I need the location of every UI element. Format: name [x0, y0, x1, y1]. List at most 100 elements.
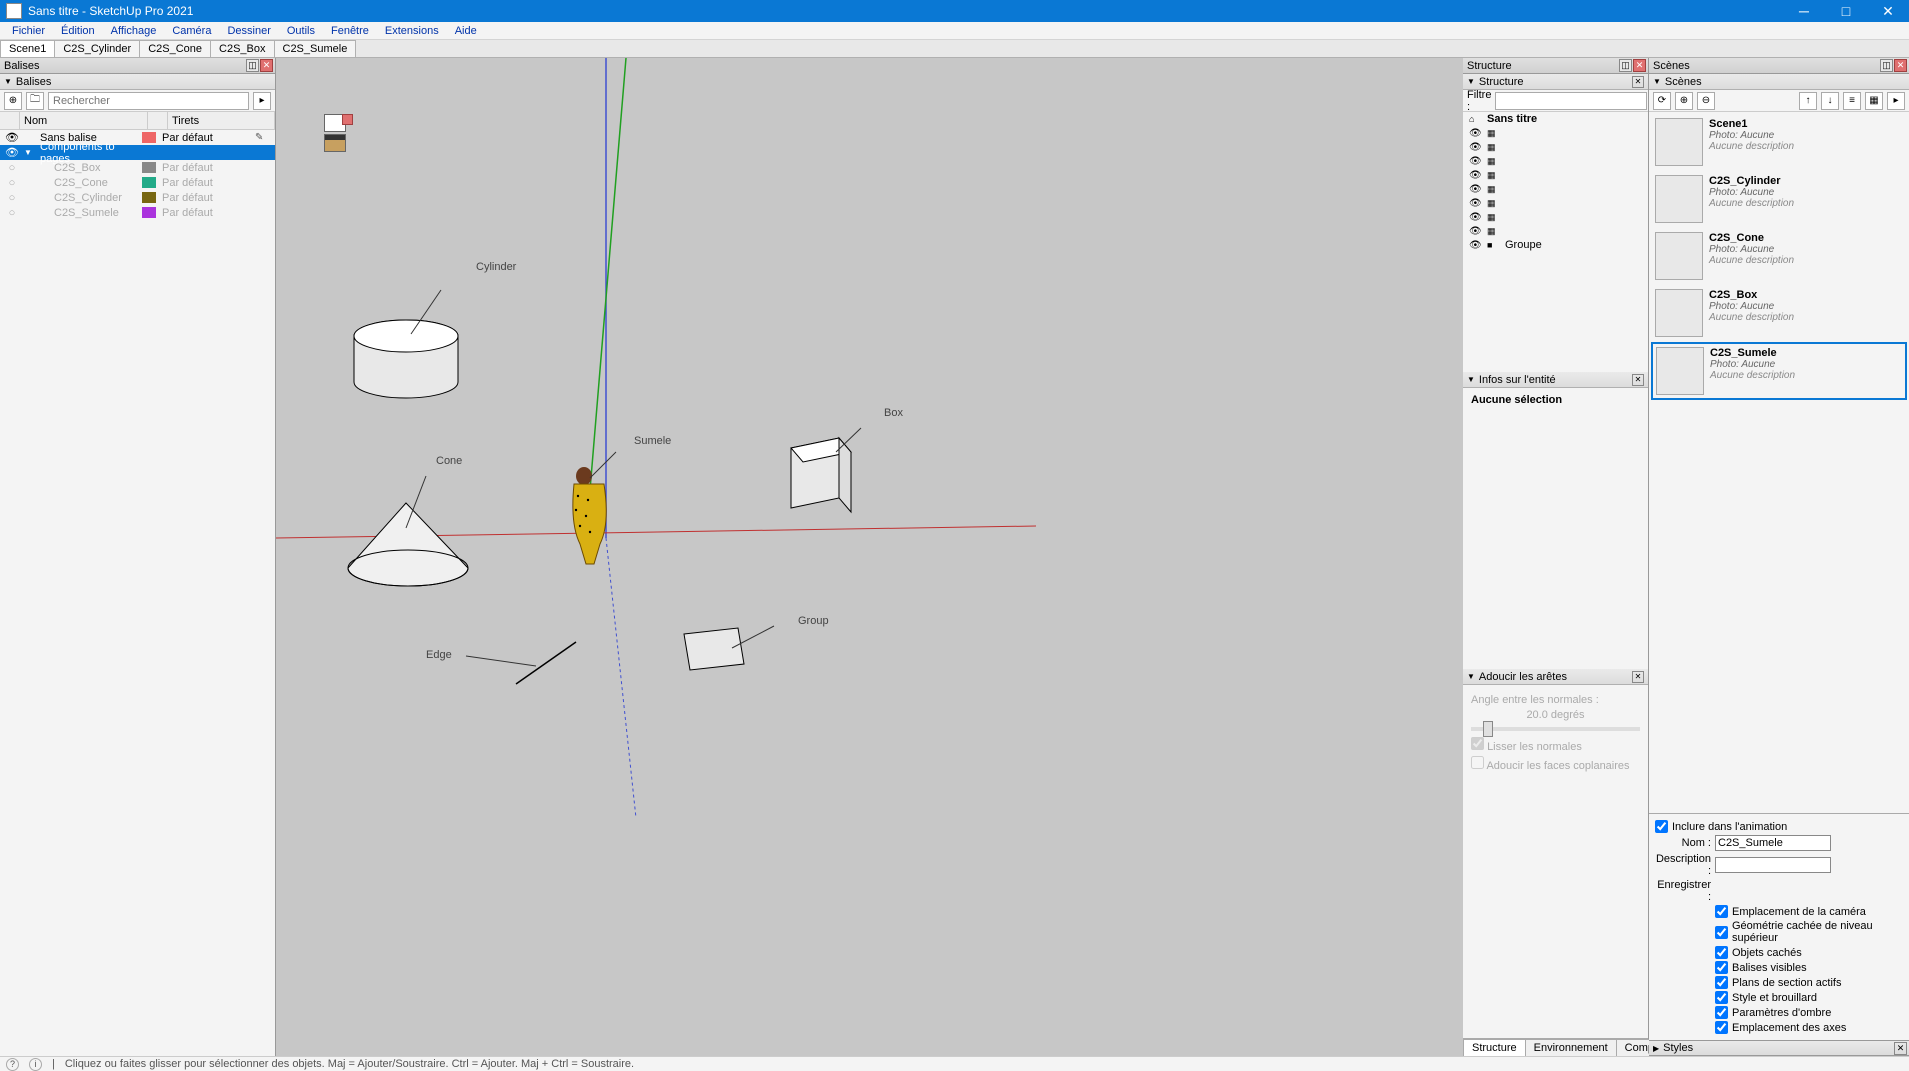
visibility-icon[interactable]: 👁: [1469, 156, 1483, 167]
scene-prop-checkbox[interactable]: [1715, 976, 1728, 989]
bottom-tab[interactable]: Environnement: [1525, 1039, 1617, 1056]
soften-header[interactable]: Adoucir les arêtes✕: [1463, 669, 1648, 685]
tag-color-swatch[interactable]: [142, 207, 156, 218]
menu-caméra[interactable]: Caméra: [164, 23, 219, 39]
add-folder-icon[interactable]: 🗀: [26, 92, 44, 110]
scene-item[interactable]: C2S_ConePhoto: AucuneAucune description: [1651, 228, 1907, 284]
tag-row[interactable]: ○C2S_CylinderPar défaut: [0, 190, 275, 205]
close-icon[interactable]: ✕: [1633, 59, 1646, 72]
menu-édition[interactable]: Édition: [53, 23, 103, 39]
help-icon[interactable]: ?: [6, 1058, 19, 1071]
visibility-icon[interactable]: 👁: [1469, 142, 1483, 153]
menu-extensions[interactable]: Extensions: [377, 23, 447, 39]
scene-tab[interactable]: C2S_Cone: [139, 40, 211, 57]
tag-color-swatch[interactable]: [142, 132, 156, 143]
scene-tab[interactable]: C2S_Cylinder: [54, 40, 140, 57]
scene-item[interactable]: C2S_SumelePhoto: AucuneAucune descriptio…: [1651, 342, 1907, 400]
visibility-icon[interactable]: ○: [4, 177, 20, 189]
maximize-button[interactable]: □: [1825, 0, 1867, 22]
col-name[interactable]: Nom: [20, 112, 148, 129]
visibility-icon[interactable]: ○: [4, 207, 20, 219]
scene-tab[interactable]: C2S_Box: [210, 40, 274, 57]
visibility-icon[interactable]: ○: [4, 192, 20, 204]
tag-row[interactable]: ○C2S_SumelePar défaut: [0, 205, 275, 220]
visibility-icon[interactable]: 👁: [1469, 198, 1483, 209]
visibility-icon[interactable]: 👁: [1469, 128, 1483, 139]
scene-item[interactable]: C2S_BoxPhoto: AucuneAucune description: [1651, 285, 1907, 341]
scene-name-input[interactable]: [1715, 835, 1831, 851]
viewport[interactable]: Cylinder Cone Sumele: [276, 58, 1463, 1056]
close-panel-icon[interactable]: ✕: [260, 59, 273, 72]
scene-prop-checkbox[interactable]: [1715, 961, 1728, 974]
edit-icon[interactable]: ✎: [255, 132, 271, 143]
scene-down-icon[interactable]: ↓: [1821, 92, 1839, 110]
close-icon[interactable]: ✕: [1894, 59, 1907, 72]
pin-icon[interactable]: ◫: [1619, 59, 1632, 72]
scene-item[interactable]: Scene1Photo: AucuneAucune description: [1651, 114, 1907, 170]
scene-thumb-icon[interactable]: ▦: [1865, 92, 1883, 110]
menu-fichier[interactable]: Fichier: [4, 23, 53, 39]
menu-dessiner[interactable]: Dessiner: [219, 23, 278, 39]
visibility-icon[interactable]: ○: [4, 162, 20, 174]
tag-color-swatch[interactable]: [142, 192, 156, 203]
visibility-icon[interactable]: 👁: [4, 146, 20, 159]
tag-expand-icon[interactable]: ▼: [20, 148, 36, 157]
include-anim-checkbox[interactable]: [1655, 820, 1668, 833]
menu-fenêtre[interactable]: Fenêtre: [323, 23, 377, 39]
structure-row[interactable]: 👁▦: [1463, 224, 1648, 238]
close-icon[interactable]: ✕: [1632, 671, 1644, 683]
scenes-sub[interactable]: Scènes: [1649, 74, 1909, 90]
scene-menu-icon[interactable]: ▸: [1887, 92, 1905, 110]
tag-row[interactable]: ○C2S_BoxPar défaut: [0, 160, 275, 175]
tags-panel-header[interactable]: Balises ◫ ✕: [0, 58, 275, 74]
scene-up-icon[interactable]: ↑: [1799, 92, 1817, 110]
info-icon[interactable]: i: [29, 1058, 42, 1071]
col-dashes[interactable]: Tirets: [168, 112, 275, 129]
tag-color-swatch[interactable]: [142, 162, 156, 173]
scene-tab[interactable]: C2S_Sumele: [274, 40, 357, 57]
visibility-icon[interactable]: 👁: [1469, 226, 1483, 237]
structure-row[interactable]: 👁▦: [1463, 182, 1648, 196]
structure-header[interactable]: Structure ◫✕: [1463, 58, 1648, 74]
menu-affichage[interactable]: Affichage: [103, 23, 165, 39]
structure-filter-input[interactable]: [1495, 92, 1647, 110]
structure-row[interactable]: 👁▦: [1463, 168, 1648, 182]
scene-prop-checkbox[interactable]: [1715, 1006, 1728, 1019]
visibility-icon[interactable]: 👁: [1469, 240, 1483, 251]
structure-row[interactable]: 👁▦: [1463, 140, 1648, 154]
sumele-figure[interactable]: [573, 467, 606, 564]
scene-view-icon[interactable]: ≡: [1843, 92, 1861, 110]
close-button[interactable]: ✕: [1867, 0, 1909, 22]
edge-shape[interactable]: [516, 642, 576, 684]
menu-aide[interactable]: Aide: [447, 23, 485, 39]
entity-info-header[interactable]: Infos sur l'entité✕: [1463, 372, 1648, 388]
scene-prop-checkbox[interactable]: [1715, 926, 1728, 939]
box-shape[interactable]: [791, 438, 851, 512]
styles-header[interactable]: Styles ✕: [1649, 1040, 1909, 1056]
scene-item[interactable]: C2S_CylinderPhoto: AucuneAucune descript…: [1651, 171, 1907, 227]
visibility-icon[interactable]: 👁: [1469, 184, 1483, 195]
minimize-button[interactable]: ─: [1783, 0, 1825, 22]
structure-row[interactable]: 👁▦: [1463, 196, 1648, 210]
structure-row[interactable]: 👁▦: [1463, 126, 1648, 140]
cylinder-shape[interactable]: [354, 320, 458, 398]
structure-row[interactable]: 👁▦: [1463, 154, 1648, 168]
soften-slider[interactable]: [1471, 727, 1640, 731]
structure-row[interactable]: 👁■Groupe: [1463, 238, 1648, 252]
tags-search-input[interactable]: [48, 92, 249, 110]
close-icon[interactable]: ✕: [1632, 76, 1644, 88]
structure-root[interactable]: ⌂ Sans titre: [1463, 112, 1648, 126]
group-shape[interactable]: [684, 628, 744, 670]
scene-prop-checkbox[interactable]: [1715, 946, 1728, 959]
menu-outils[interactable]: Outils: [279, 23, 323, 39]
pin-icon[interactable]: ◫: [246, 59, 259, 72]
scenes-header[interactable]: Scènes ◫✕: [1649, 58, 1909, 74]
bottom-tab[interactable]: Structure: [1463, 1039, 1526, 1056]
scene-prop-checkbox[interactable]: [1715, 991, 1728, 1004]
close-icon[interactable]: ✕: [1894, 1042, 1907, 1055]
scene-tab[interactable]: Scene1: [0, 40, 55, 57]
close-icon[interactable]: ✕: [1632, 374, 1644, 386]
visibility-icon[interactable]: 👁: [4, 131, 20, 144]
cone-shape[interactable]: [348, 503, 468, 586]
scene-refresh-icon[interactable]: ⟳: [1653, 92, 1671, 110]
